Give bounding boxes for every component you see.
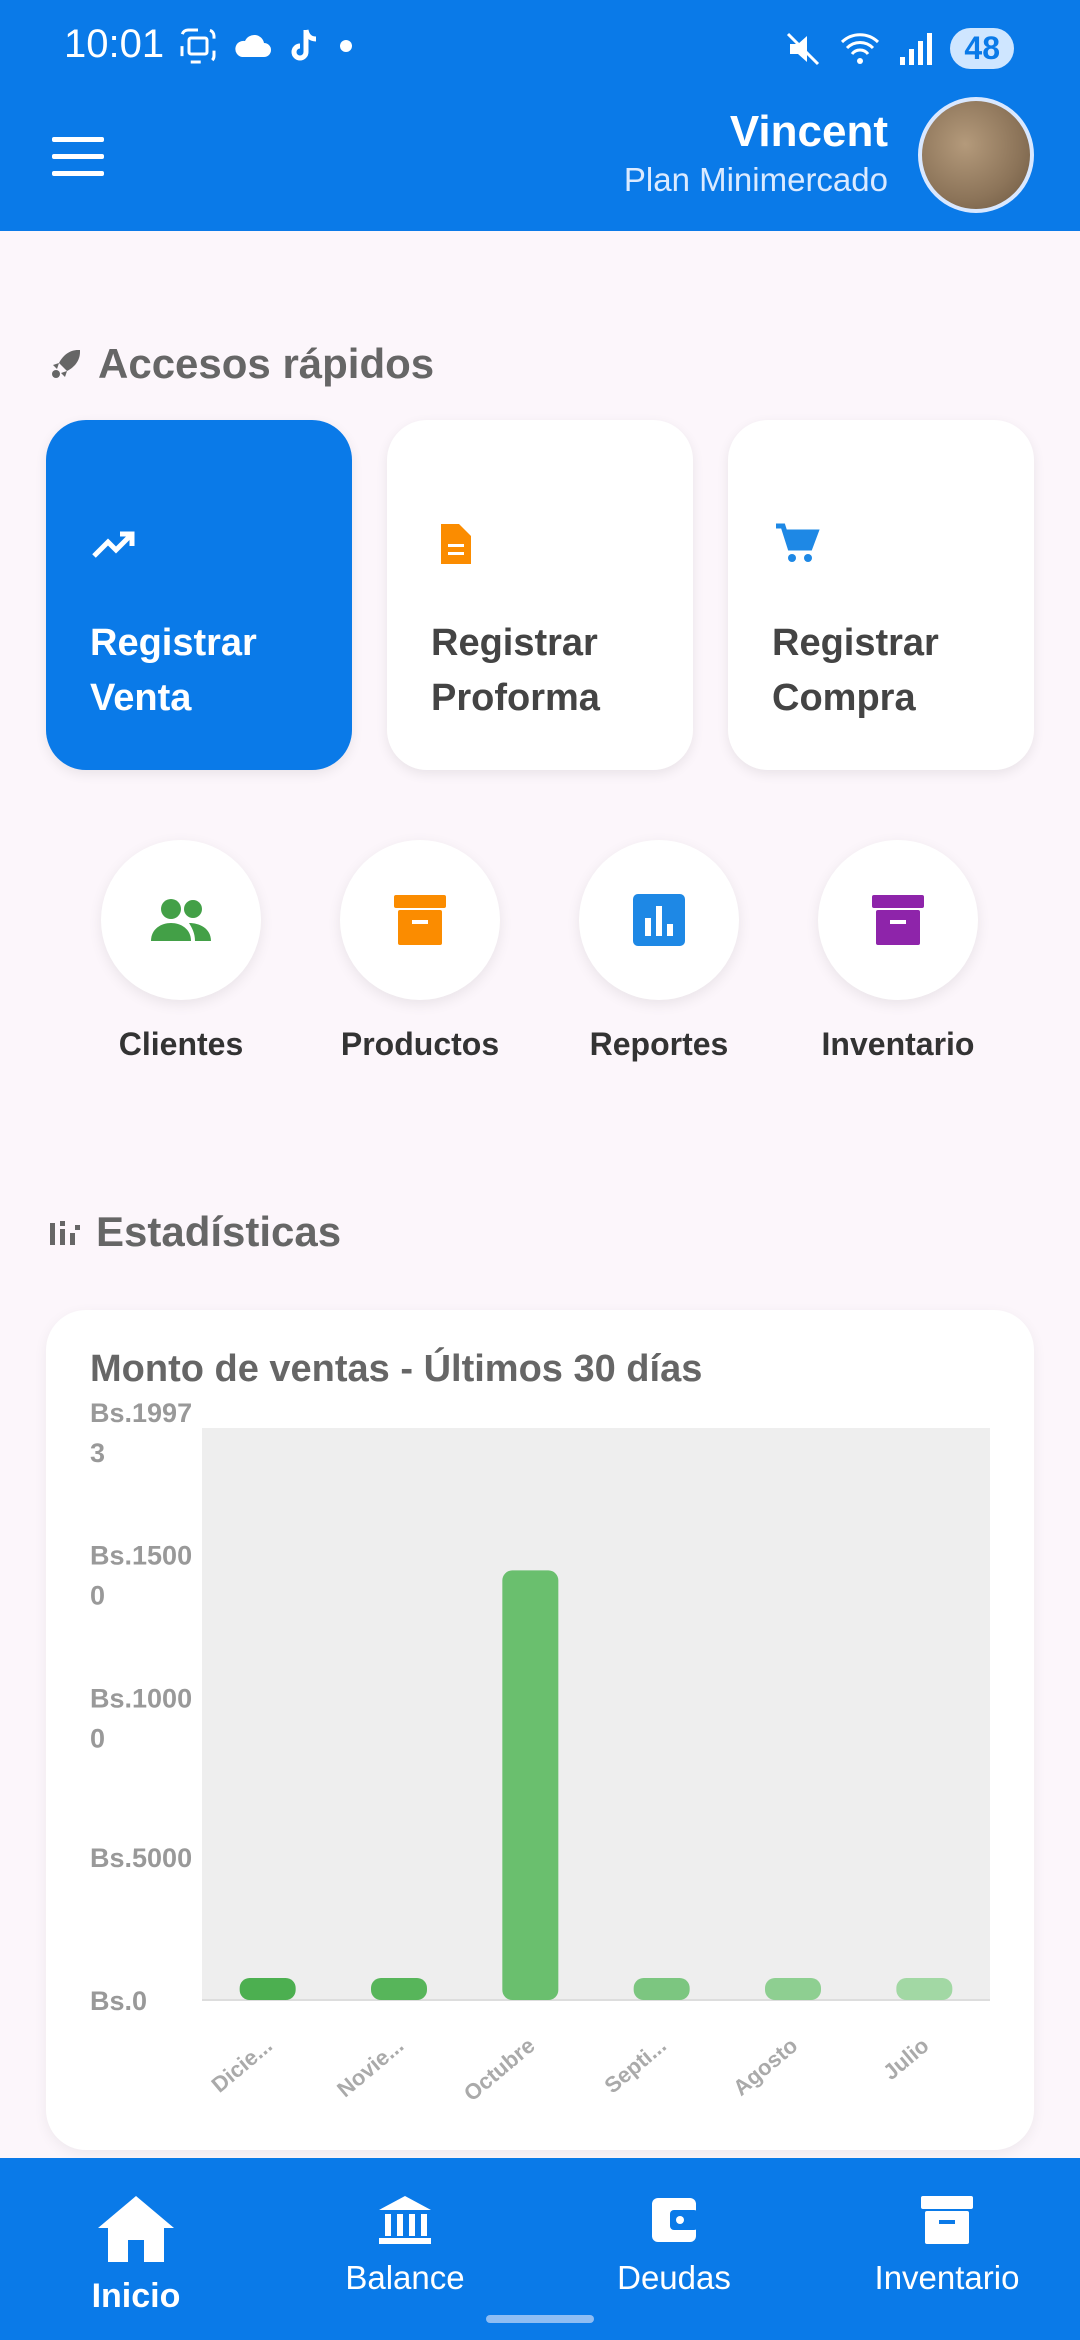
system-icons: 48	[784, 28, 1014, 69]
bottom-nav: Inicio Balance Deudas Inventario	[0, 2158, 1080, 2340]
gesture-handle	[486, 2315, 594, 2323]
shortcut-clientes-circle[interactable]	[101, 840, 261, 1000]
register-sale-card[interactable]: Registrar Venta	[46, 420, 352, 770]
bank-icon	[379, 2196, 431, 2244]
rocket-icon	[52, 350, 80, 378]
register-purchase-card[interactable]: Registrar Compra	[728, 420, 1034, 770]
shortcut-clientes[interactable]: Clientes	[81, 840, 281, 1063]
x-tick-label: Agosto	[728, 2033, 802, 2101]
bar-novie[interactable]	[371, 1978, 427, 2000]
nav-deudas-label: Deudas	[617, 2259, 731, 2296]
y-tick-label: Bs.1500 0	[90, 1540, 192, 1610]
bar-octubre[interactable]	[502, 1570, 559, 2000]
shortcut-reportes-circle[interactable]	[579, 840, 739, 1000]
screenshot-icon	[180, 28, 216, 64]
menu-icon[interactable]	[52, 137, 104, 177]
shortcut-clientes-label: Clientes	[118, 1026, 244, 1062]
plot-area	[202, 1428, 990, 2000]
register-proforma-card[interactable]: Registrar Proforma	[387, 420, 693, 770]
dot-icon	[340, 40, 352, 52]
quick-access-label: Accesos rápidos	[98, 340, 435, 387]
status-bar: 10:01 48	[0, 0, 1080, 95]
cloud-icon	[235, 34, 271, 57]
avatar[interactable]	[918, 97, 1034, 213]
bar-dicie[interactable]	[239, 1978, 296, 2000]
nav-inventario-label: Inventario	[874, 2259, 1020, 2296]
x-tick-label: Septi...	[600, 2033, 671, 2099]
shortcut-inventario[interactable]: Inventario	[798, 840, 998, 1063]
archive-icon	[394, 895, 446, 945]
stats-label: Estadísticas	[96, 1208, 342, 1255]
bar-agosto[interactable]	[765, 1978, 821, 2000]
user-plan: Plan Minimercado	[623, 161, 888, 198]
bar-chart-icon	[633, 894, 685, 946]
y-tick-label: Bs.1000 0	[90, 1684, 192, 1754]
nav-inicio-label: Inicio	[91, 2277, 181, 2315]
document-icon	[441, 524, 471, 564]
bar-julio[interactable]	[896, 1978, 953, 2000]
register-sale-label: Registrar Venta	[90, 622, 257, 719]
shortcut-inventario-label: Inventario	[821, 1026, 975, 1062]
register-proforma-label: Registrar Proforma	[431, 622, 600, 719]
x-tick-label: Dicie...	[206, 2033, 276, 2098]
nav-inicio[interactable]: Inicio	[88, 2194, 184, 2316]
shortcut-reportes-label: Reportes	[589, 1026, 729, 1062]
quick-access-title: Accesos rápidos	[48, 340, 434, 388]
people-icon	[151, 899, 211, 941]
trending-up-icon	[92, 531, 135, 558]
y-tick-label: Bs.0	[90, 1986, 147, 2016]
shortcut-inventario-circle[interactable]	[818, 840, 978, 1000]
nav-balance[interactable]: Balance	[330, 2194, 480, 2297]
tiktok-icon	[291, 29, 317, 61]
archive-icon	[872, 895, 924, 945]
y-tick-label: Bs.5000	[90, 1843, 192, 1873]
x-tick-label: Novie...	[332, 2033, 408, 2102]
shortcut-productos-circle[interactable]	[340, 840, 500, 1000]
user-name: Vincent	[729, 107, 888, 156]
wifi-icon	[841, 32, 880, 64]
status-time: 10:01	[64, 22, 165, 66]
mute-icon	[787, 32, 820, 65]
x-tick-label: Octubre	[459, 2033, 540, 2106]
nav-deudas[interactable]: Deudas	[604, 2194, 744, 2297]
archive-icon	[921, 2196, 973, 2244]
nav-inventario[interactable]: Inventario	[862, 2194, 1032, 2297]
app-bar: Vincent Plan Minimercado	[0, 95, 1080, 231]
notification-icons	[178, 26, 356, 66]
bar-septi[interactable]	[633, 1978, 690, 2000]
shortcut-reportes[interactable]: Reportes	[559, 840, 759, 1063]
cart-icon	[776, 523, 820, 562]
nav-balance-label: Balance	[345, 2259, 465, 2296]
home-icon	[98, 2196, 174, 2262]
stats-title: Estadísticas	[48, 1208, 341, 1256]
battery-indicator: 48	[950, 28, 1014, 69]
y-tick-label: Bs.1997 3	[90, 1398, 192, 1468]
shortcut-productos[interactable]: Productos	[320, 840, 520, 1063]
signal-icon	[900, 32, 933, 65]
register-purchase-label: Registrar Compra	[772, 622, 939, 719]
stats-icon	[50, 1221, 80, 1245]
shortcut-productos-label: Productos	[340, 1026, 500, 1062]
sales-bar-chart: Bs.0 Bs.5000 Bs.1000 0 Bs.1500 0 Bs.1997 3 Dicie…	[90, 1398, 990, 2106]
x-tick-label: Julio	[878, 2033, 933, 2085]
sales-chart-card: Monto de ventas - Últimos 30 días Bs.0 Bs…	[46, 1310, 1034, 2150]
wallet-icon	[652, 2198, 698, 2242]
